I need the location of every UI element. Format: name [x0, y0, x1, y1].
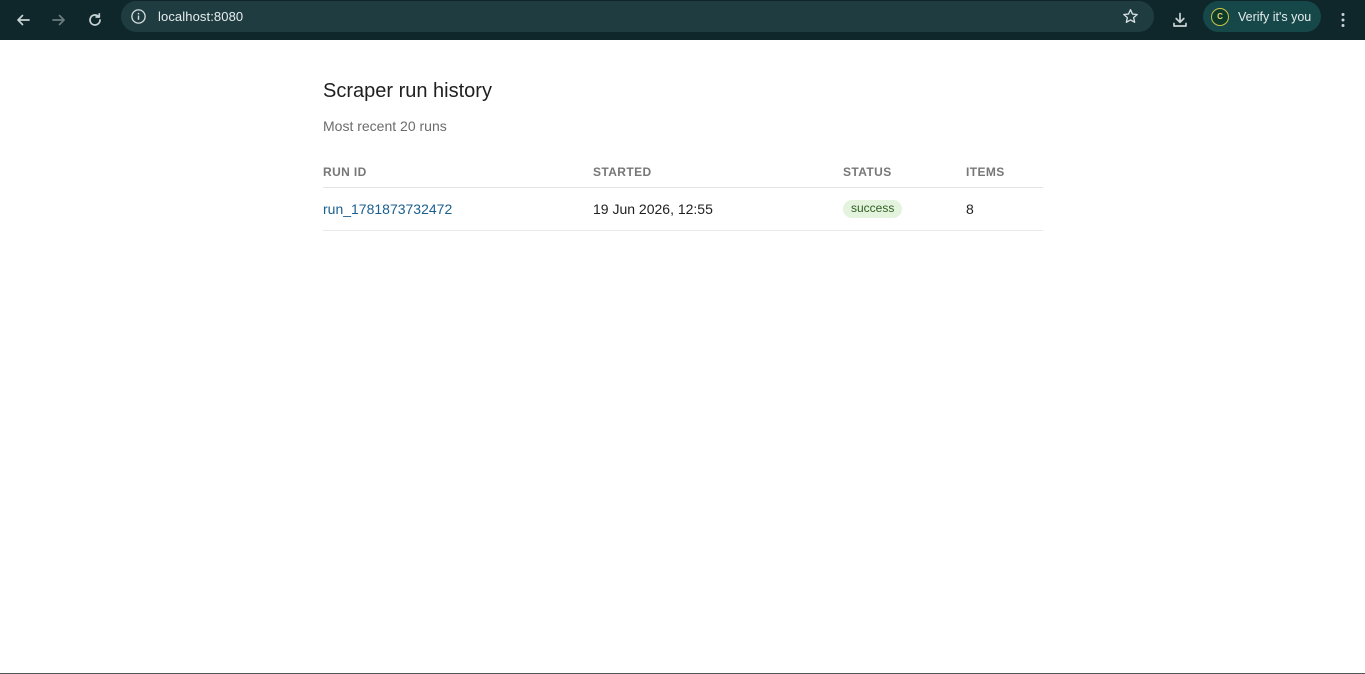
forward-arrow-icon: [52, 14, 65, 26]
run-id-cell: run_1781873732472: [323, 187, 593, 231]
profile-label: Verify it's you: [1238, 9, 1312, 24]
table-row: run_1781873732472 19 Jun 2026, 12:55 suc…: [323, 187, 1043, 231]
status-cell: success: [843, 187, 966, 231]
run-id-link[interactable]: run_1781873732472: [323, 201, 452, 217]
forward-button[interactable]: [43, 4, 75, 36]
page-subtitle: Most recent 20 runs: [323, 118, 447, 134]
address-bar[interactable]: localhost:8080: [121, 1, 1154, 32]
url-text[interactable]: localhost:8080: [158, 9, 243, 24]
header-run-id: RUN ID: [323, 158, 593, 188]
status-badge: success: [843, 200, 903, 218]
reload-icon: [89, 12, 101, 26]
reload-button[interactable]: [79, 4, 111, 36]
profile-button[interactable]: C Verify it's you: [1203, 1, 1321, 32]
table-header-row: RUN ID STARTED STATUS ITEMS: [323, 158, 1043, 188]
back-arrow-icon: [17, 14, 30, 26]
back-button[interactable]: [7, 4, 39, 36]
header-status: STATUS: [843, 158, 966, 188]
download-button[interactable]: [1164, 4, 1196, 36]
page-title: Scraper run history: [323, 80, 492, 102]
items-cell: 8: [966, 187, 1043, 231]
runs-table: RUN ID STARTED STATUS ITEMS run_17818737…: [323, 158, 1043, 231]
avatar: C: [1211, 7, 1229, 26]
download-icon: [1173, 12, 1187, 27]
header-started: STARTED: [593, 158, 843, 188]
started-cell: 19 Jun 2026, 12:55: [593, 187, 843, 231]
kebab-menu-icon: [1341, 13, 1345, 27]
header-items: ITEMS: [966, 158, 1043, 188]
browser-toolbar: localhost:8080 C Verify it's you: [0, 0, 1365, 40]
info-icon[interactable]: [129, 7, 148, 26]
star-icon[interactable]: [1121, 7, 1140, 26]
browser-menu-button[interactable]: [1327, 4, 1359, 36]
